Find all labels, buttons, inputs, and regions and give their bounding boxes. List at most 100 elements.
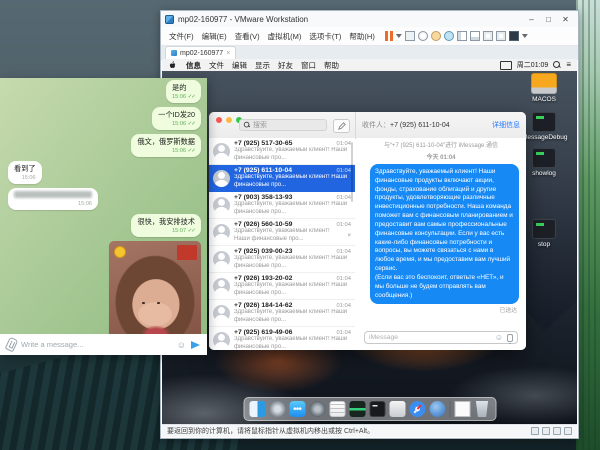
- macos-menubar: 信息文件编辑显示好友窗口帮助 周二01:09 ≡: [162, 59, 577, 71]
- finder[interactable]: [249, 401, 265, 417]
- conversation-scrollbar[interactable]: [351, 142, 353, 202]
- conversation-row[interactable]: +7 (925) 039-00-23 01:04 Здравствуйте, у…: [209, 246, 355, 273]
- vmware-menu-item[interactable]: 虚拟机(M): [264, 32, 306, 41]
- contact-avatar-icon: [213, 170, 230, 187]
- telegram-message: 看到了 15:06: [8, 161, 201, 184]
- apple-logo-icon[interactable]: [168, 61, 176, 70]
- desktop-icon-image: [531, 73, 557, 94]
- system-preferences[interactable]: [309, 401, 325, 417]
- contact-avatar-icon: [213, 332, 230, 349]
- vmware-menu-item[interactable]: 帮助(H): [345, 32, 378, 41]
- contact-number: +7 (925) 039-00-23: [234, 248, 292, 255]
- telegram-message-time: 15:06: [172, 94, 186, 100]
- automator[interactable]: [389, 401, 405, 417]
- console-view-icon[interactable]: [509, 31, 519, 41]
- to-value: +7 (925) 611-10-04: [390, 122, 450, 129]
- vmware-menu-item[interactable]: 选项卡(T): [305, 32, 345, 41]
- telegram-message-time: 15:06: [172, 148, 186, 154]
- display-mirroring-icon[interactable]: [500, 61, 512, 70]
- details-link[interactable]: 详细信息: [492, 120, 520, 130]
- compose-button[interactable]: [333, 119, 350, 133]
- safari[interactable]: [409, 401, 425, 417]
- macos-menu-item[interactable]: 信息: [182, 61, 205, 70]
- vmware-menu-item[interactable]: 查看(V): [231, 32, 264, 41]
- macos-menu-item[interactable]: 显示: [251, 61, 274, 70]
- terminal[interactable]: [369, 401, 385, 417]
- telegram-input-bar[interactable]: Write a message... ☺: [0, 334, 207, 355]
- conversation-row[interactable]: +7 (903) 358-13-93 01:04 Здравствуйте, у…: [209, 192, 355, 219]
- snapshot-manager-icon[interactable]: [444, 31, 454, 41]
- trash[interactable]: [474, 401, 490, 417]
- window-control[interactable]: □: [540, 13, 557, 26]
- desktop-icon[interactable]: MACOS: [531, 73, 557, 103]
- pause-button[interactable]: [385, 31, 393, 41]
- ctrl-alt-del-icon[interactable]: [405, 31, 415, 41]
- minimize-traffic-light[interactable]: [226, 117, 232, 123]
- search-icon: [244, 122, 250, 128]
- unity-icon[interactable]: [496, 31, 506, 41]
- vmware-titlebar[interactable]: mp02-160977 - VMware Workstation –□✕: [161, 11, 578, 27]
- desktop-icon-label: showlog: [532, 170, 556, 177]
- vmware-menu-item[interactable]: 编辑(E): [198, 32, 231, 41]
- imessage-search-field[interactable]: 搜索: [239, 119, 327, 131]
- macos-menu-item[interactable]: 文件: [205, 61, 228, 70]
- conversation-row[interactable]: +7 (926) 560-10-59 01:04 Здравствуйте, у…: [209, 219, 355, 246]
- vm-tab-label: mp02-160977: [180, 50, 223, 57]
- microphone-icon[interactable]: [507, 334, 513, 342]
- desktop-icon-label: stop: [538, 241, 550, 248]
- launchpad[interactable]: [269, 401, 285, 417]
- close-traffic-light[interactable]: [216, 117, 222, 123]
- snapshot-clock-icon[interactable]: [418, 31, 428, 41]
- send-button-icon[interactable]: [191, 341, 200, 349]
- desktop-icon[interactable]: stop: [532, 219, 556, 248]
- menubar-clock[interactable]: 周二01:09: [517, 60, 549, 70]
- macos-menu-item[interactable]: 编辑: [228, 61, 251, 70]
- imessage-input[interactable]: iMessage ☺: [364, 331, 518, 344]
- macos-menu-item[interactable]: 好友: [274, 61, 297, 70]
- conversation-preview: Здравствуйте, уважаемый клиент! Наши фин…: [234, 147, 351, 162]
- vmware-menu-item[interactable]: 文件(F): [165, 32, 198, 41]
- telegram-message: 15:07 ✓: [8, 241, 201, 334]
- macos-menu-item[interactable]: 窗口: [297, 61, 320, 70]
- pause-caret[interactable]: [396, 34, 402, 38]
- telegram-message-text: 俄文，俄罗斯数据: [137, 137, 195, 146]
- conversation-row[interactable]: +7 (925) 517-30-65 01:04 Здравствуйте, у…: [209, 138, 355, 165]
- conversation-preview: Здравствуйте, уважаемый клиент! Наши фин…: [234, 336, 351, 350]
- contact-avatar-icon: [213, 278, 230, 295]
- attach-paperclip-icon[interactable]: [5, 337, 19, 353]
- vm-tab[interactable]: mp02-160977 ×: [165, 46, 236, 59]
- conversation-row[interactable]: +7 (926) 193-20-02 01:04 Здравствуйте, у…: [209, 273, 355, 300]
- telegram-emoji-icon[interactable]: ☺: [177, 340, 186, 350]
- messages[interactable]: [289, 401, 305, 417]
- outgoing-message-bubble: Здравствуйте, уважаемый клиент! Наши фин…: [370, 164, 519, 304]
- vm-tab-close-icon[interactable]: ×: [226, 50, 230, 57]
- fullscreen-icon[interactable]: [483, 31, 493, 41]
- document[interactable]: [454, 401, 470, 417]
- desktop-icon[interactable]: iMessageDebug: [521, 112, 568, 141]
- conversation-close-icon[interactable]: ×: [345, 233, 351, 239]
- conversation-row[interactable]: +7 (925) 611-10-04 01:04 Здравствуйте, у…: [209, 165, 355, 192]
- view-caret[interactable]: [522, 34, 528, 38]
- snapshot-take-icon[interactable]: [431, 31, 441, 41]
- library-panel-icon[interactable]: [457, 31, 467, 41]
- dock-separator[interactable]: [449, 401, 450, 417]
- telegram-bubble: 很快，我安排技术 15:07 ✓✓: [131, 214, 201, 237]
- conversation-row[interactable]: +7 (926) 184-14-62 01:04 Здравствуйте, у…: [209, 300, 355, 327]
- contact-number: +7 (926) 193-20-02: [234, 275, 292, 282]
- conversation-preview: Здравствуйте, уважаемый клиент! Наши фин…: [234, 255, 351, 270]
- desktop-icon[interactable]: showlog: [532, 148, 556, 177]
- textedit[interactable]: [329, 401, 345, 417]
- window-control[interactable]: –: [523, 13, 540, 26]
- notification-center-icon[interactable]: ≡: [566, 61, 571, 69]
- macos-menu-item[interactable]: 帮助: [320, 61, 343, 70]
- window-control[interactable]: ✕: [557, 13, 574, 26]
- contacts[interactable]: [429, 401, 445, 417]
- thumbnail-bar-icon[interactable]: [470, 31, 480, 41]
- activity-monitor[interactable]: [349, 401, 365, 417]
- spotlight-search-icon[interactable]: [553, 61, 561, 69]
- contact-number: +7 (926) 560-10-59: [234, 221, 292, 228]
- conversation-row[interactable]: +7 (925) 619-49-06 01:04 Здравствуйте, у…: [209, 327, 355, 350]
- contact-number: +7 (925) 517-30-65: [234, 140, 292, 147]
- emoji-picker-icon[interactable]: ☺: [495, 333, 503, 342]
- vm-display[interactable]: 信息文件编辑显示好友窗口帮助 周二01:09 ≡ MACOS iMessageD…: [162, 59, 577, 424]
